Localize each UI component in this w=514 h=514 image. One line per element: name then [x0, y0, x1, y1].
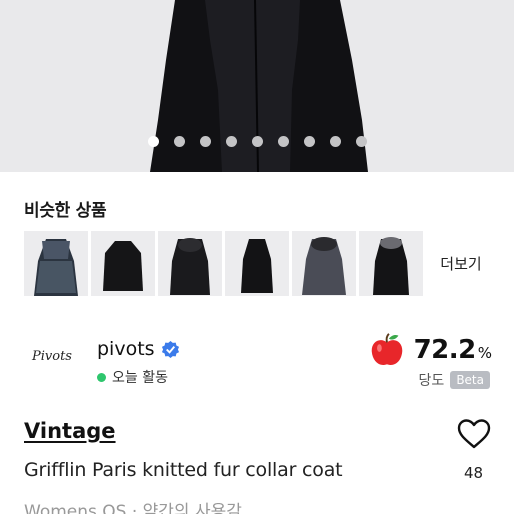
similar-product-thumb[interactable] [158, 231, 222, 296]
carousel-dot[interactable] [303, 136, 315, 147]
seller-logo[interactable]: Pivots [22, 334, 82, 376]
similar-product-thumb[interactable] [24, 231, 88, 296]
score-unit: % [477, 344, 492, 362]
similar-products-title: 비슷한 상품 [24, 201, 107, 221]
activity-label: 오늘 활동 [112, 370, 168, 386]
carousel-dot[interactable] [251, 136, 263, 147]
black-coat-thumb-icon [241, 239, 273, 293]
apple-icon [371, 333, 402, 365]
more-similar-button[interactable]: 더보기 [429, 231, 493, 296]
carousel-dot[interactable] [199, 136, 211, 147]
online-status-dot [97, 372, 106, 382]
sweetness-label-row: 당도 Beta [419, 370, 490, 390]
carousel-dot[interactable] [355, 136, 367, 147]
svg-text:Pivots: Pivots [31, 349, 72, 364]
like-count: 48 [464, 464, 484, 482]
seller-name-row[interactable]: pivots [97, 338, 180, 360]
product-subinfo: Womens OS · 약간의 사용감 [24, 502, 242, 514]
black-coat-thumb-icon [103, 241, 143, 291]
heart-icon[interactable] [456, 418, 492, 450]
verified-badge-icon [161, 340, 179, 358]
grey-coat-thumb-icon [302, 237, 346, 295]
carousel-indicator [0, 136, 514, 147]
carousel-dot[interactable] [277, 136, 289, 147]
similar-product-thumb[interactable] [225, 231, 289, 296]
seller-activity: 오늘 활동 [97, 367, 168, 387]
brand-link[interactable]: Vintage [24, 419, 116, 443]
similar-products-list: 더보기 [24, 231, 493, 296]
beta-badge: Beta [450, 371, 490, 389]
score-value: 72.2 [413, 335, 477, 365]
seller-name[interactable]: pivots [97, 338, 155, 360]
carousel-dot[interactable] [329, 136, 341, 147]
sweetness-label: 당도 [418, 373, 445, 389]
fur-coat-thumb-icon [34, 239, 78, 296]
similar-product-thumb[interactable] [359, 231, 423, 296]
carousel-dot[interactable] [225, 136, 237, 147]
similar-product-thumb[interactable] [91, 231, 155, 296]
sweetness-score: 72.2 % [368, 331, 492, 369]
carousel-dot[interactable] [173, 136, 185, 147]
leather-coat-thumb-icon [170, 238, 210, 295]
product-image-carousel[interactable] [0, 0, 514, 172]
product-title: Grifflin Paris knitted fur collar coat [24, 459, 343, 481]
similar-product-thumb[interactable] [292, 231, 356, 296]
black-coat-thumb-icon [373, 237, 409, 295]
carousel-dot[interactable] [147, 136, 159, 147]
